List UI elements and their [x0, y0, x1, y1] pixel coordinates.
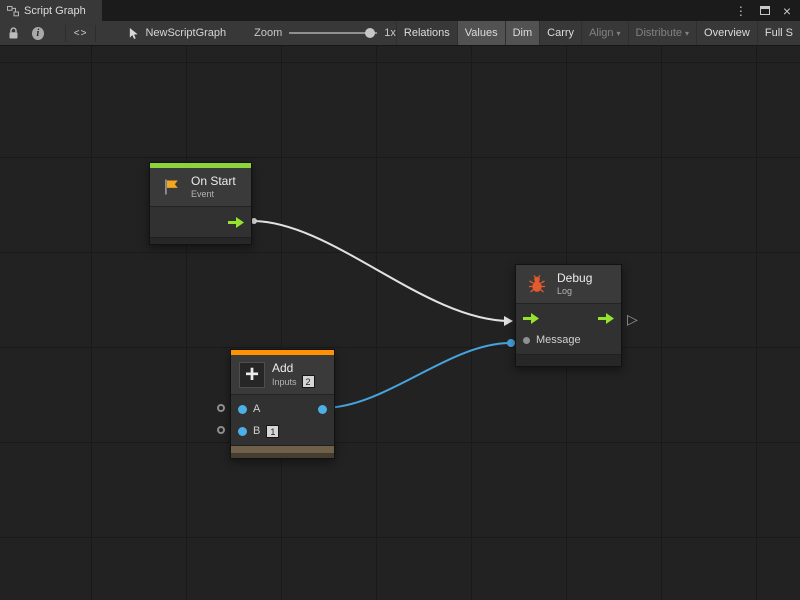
zoom-slider-track[interactable]: [289, 32, 377, 34]
node-ports: [150, 206, 251, 237]
graph-icon: [7, 5, 19, 17]
inputs-count-field[interactable]: 2: [302, 375, 315, 388]
port-label-b: B: [253, 425, 260, 437]
close-icon[interactable]: ×: [783, 4, 791, 18]
node-footer-edge: [231, 453, 334, 458]
flow-input-port[interactable]: [523, 313, 539, 324]
port-label-message: Message: [536, 334, 581, 346]
tab-script-graph[interactable]: Script Graph: [0, 0, 102, 21]
node-header[interactable]: + Add Inputs 2: [231, 355, 334, 394]
align-dropdown: Align▾: [581, 21, 627, 45]
node-ports: Message: [516, 303, 621, 354]
chevron-down-icon: ▾: [685, 29, 689, 38]
node-subtitle: Inputs: [272, 376, 297, 388]
chevron-down-icon: ▾: [617, 29, 621, 38]
node-add[interactable]: + Add Inputs 2 A B: [230, 349, 335, 459]
external-port-ring-b[interactable]: [217, 426, 225, 434]
zoom-control: Zoom 1x: [254, 27, 396, 39]
node-ports: A B 1: [231, 394, 334, 445]
script-graph-window: Script Graph ⋮ × i <> NewScriptGraph Zoo…: [0, 0, 800, 600]
wire-end-dot: [507, 339, 515, 347]
zoom-slider[interactable]: [289, 27, 377, 39]
graph-canvas[interactable]: On Start Event: [0, 46, 800, 600]
input-port-b[interactable]: [238, 427, 247, 436]
dim-button[interactable]: Dim: [505, 21, 540, 45]
triangle-right-icon: ▷: [627, 312, 638, 326]
code-icon[interactable]: <>: [65, 25, 97, 42]
fullscreen-button[interactable]: Full S: [757, 21, 800, 45]
values-button[interactable]: Values: [457, 21, 505, 45]
node-title: Debug: [557, 271, 592, 285]
graph-toolbar: i <> NewScriptGraph Zoom 1x Relations Va…: [0, 21, 800, 46]
port-label-a: A: [253, 403, 260, 415]
wire-onstart-to-debug[interactable]: [252, 221, 510, 321]
node-header[interactable]: On Start Event: [150, 168, 251, 206]
tab-title: Script Graph: [24, 5, 86, 17]
zoom-slider-handle[interactable]: [365, 28, 375, 38]
node-footer: [231, 445, 334, 453]
message-input-port[interactable]: [523, 337, 530, 344]
window-controls: ⋮ ×: [735, 0, 800, 21]
node-title: Add: [272, 361, 315, 375]
flow-output-port[interactable]: [598, 313, 614, 324]
graph-name-group[interactable]: NewScriptGraph: [128, 27, 226, 40]
flag-icon: [158, 174, 184, 200]
overview-button[interactable]: Overview: [696, 21, 757, 45]
node-footer: [150, 237, 251, 244]
zoom-value: 1x: [384, 27, 396, 39]
graph-name-label: NewScriptGraph: [145, 27, 226, 39]
cursor-icon: [128, 27, 139, 40]
lock-icon[interactable]: [8, 27, 19, 40]
node-on-start[interactable]: On Start Event: [149, 162, 252, 245]
node-debug-log[interactable]: Debug Log Message: [515, 264, 622, 367]
maximize-icon[interactable]: [760, 6, 770, 15]
node-header[interactable]: Debug Log: [516, 265, 621, 303]
input-port-a[interactable]: [238, 405, 247, 414]
node-title: On Start: [191, 174, 236, 188]
zoom-label: Zoom: [254, 27, 282, 39]
flow-output-port[interactable]: [228, 217, 244, 228]
node-subtitle: Log: [557, 285, 592, 297]
relations-button[interactable]: Relations: [396, 21, 457, 45]
external-port-ring-a[interactable]: [217, 404, 225, 412]
plus-icon: +: [239, 362, 265, 388]
wire-arrowhead: [504, 316, 513, 326]
wire-add-to-message[interactable]: [323, 343, 511, 408]
node-footer: [516, 354, 621, 366]
port-b-value-field[interactable]: 1: [266, 425, 279, 438]
menu-icon[interactable]: ⋮: [735, 5, 747, 17]
carry-button[interactable]: Carry: [539, 21, 581, 45]
titlebar: Script Graph ⋮ ×: [0, 0, 800, 21]
info-icon[interactable]: i: [32, 27, 44, 40]
node-subtitle: Event: [191, 188, 236, 200]
output-port-sum[interactable]: [318, 405, 327, 414]
bug-icon: [524, 271, 550, 297]
wires-layer: [0, 46, 800, 600]
distribute-dropdown: Distribute▾: [628, 21, 696, 45]
